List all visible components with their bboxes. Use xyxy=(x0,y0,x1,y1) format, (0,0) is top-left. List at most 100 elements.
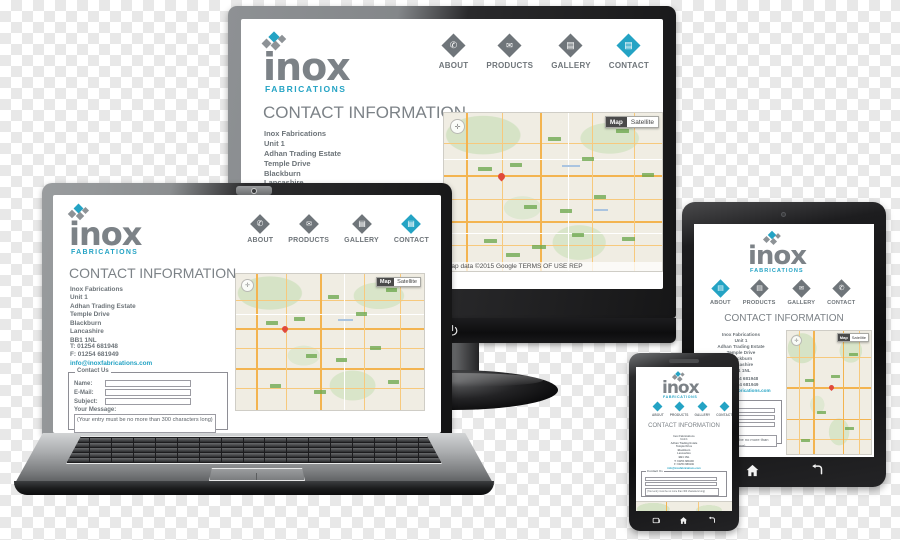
location-pin-marker xyxy=(827,383,836,392)
nav-item-contact[interactable]: ▤ CONTACT xyxy=(393,214,429,244)
nav-item-products[interactable]: ✉ PRODUCTS xyxy=(486,33,534,70)
logo-diamond-2 xyxy=(769,237,778,246)
satellite-view-button[interactable]: Satellite xyxy=(394,278,420,286)
map-type-toggle[interactable]: Map Satellite xyxy=(375,277,421,287)
location-pin-marker xyxy=(280,324,290,334)
envelope-diamond-icon xyxy=(697,401,708,412)
laptop-lid: inox FABRICATIONS ✆ ABOUT ✉ PRODUCTS ▤ G… xyxy=(42,183,452,435)
nav-item-products[interactable]: PRODUCTS xyxy=(670,401,689,417)
site-logo[interactable]: inox FABRICATIONS xyxy=(748,230,807,275)
nav-item-about[interactable]: ✆ ABOUT xyxy=(438,33,469,70)
address-line: Adhan Trading Estate xyxy=(70,302,136,310)
nav-label: CONTACT xyxy=(393,237,429,244)
nav-label: PRODUCTS xyxy=(486,61,534,70)
nav-item-products[interactable]: ▤ PRODUCTS xyxy=(743,279,776,306)
google-map[interactable]: ✛ Map Satellite xyxy=(786,330,872,455)
email-label: E-Mail: xyxy=(74,389,94,396)
back-icon[interactable] xyxy=(707,516,716,525)
site-logo[interactable]: inox FABRICATIONS xyxy=(261,31,351,95)
envelope-diamond-icon: ✉ xyxy=(298,214,319,234)
satellite-view-button[interactable]: Satellite xyxy=(850,334,868,341)
building-diamond-icon: ▤ xyxy=(351,214,372,234)
logo-tagline: FABRICATIONS xyxy=(265,84,347,95)
logo-tagline: FABRICATIONS xyxy=(71,249,139,257)
main-navigation: ✆ ABOUT ✉ PRODUCTS ▤ GALLERY ▤ CONTACT xyxy=(247,214,429,244)
subject-label: Subject: xyxy=(74,398,98,405)
document-diamond-icon: ▤ xyxy=(401,214,422,234)
google-map[interactable]: ✛ Map Satellite xyxy=(235,273,425,411)
android-smartphone: inox FABRICATIONS ABOUT PRODUCTS GALLERY xyxy=(629,353,739,531)
logo-diamond-2 xyxy=(270,40,281,51)
phone-nav-buttons xyxy=(629,511,739,529)
nav-label: ABOUT xyxy=(247,237,274,244)
map-view-button[interactable]: Map xyxy=(605,117,627,127)
map-type-toggle[interactable]: Map Satellite xyxy=(604,116,659,128)
logo-tagline: FABRICATIONS xyxy=(750,268,804,275)
site-logo[interactable]: inox FABRICATIONS xyxy=(662,371,700,400)
map-type-toggle[interactable]: Map Satellite xyxy=(836,333,869,342)
nav-item-contact[interactable]: ✆ CONTACT xyxy=(827,279,856,306)
map-view-button[interactable]: Map xyxy=(376,278,395,286)
address-line: Temple Drive xyxy=(70,311,110,319)
nav-item-products[interactable]: ✉ PRODUCTS xyxy=(288,214,329,244)
laptop-computer: inox FABRICATIONS ✆ ABOUT ✉ PRODUCTS ▤ G… xyxy=(14,183,494,513)
nav-item-gallery[interactable]: ▤ GALLERY xyxy=(344,214,379,244)
address-line: BB1 1NL xyxy=(678,455,690,459)
name-input[interactable] xyxy=(105,380,191,387)
map-view-button[interactable]: Map xyxy=(837,334,850,341)
nav-item-contact[interactable]: ▤ CONTACT xyxy=(609,33,649,70)
nav-label: GALLERY xyxy=(551,61,591,70)
logo-diamond-1 xyxy=(261,38,272,49)
email-input[interactable] xyxy=(645,482,717,486)
nav-item-about[interactable]: ABOUT xyxy=(652,401,664,417)
message-textarea[interactable]: (Your entry must be no more than 300 cha… xyxy=(74,414,216,433)
main-navigation: ✆ ABOUT ✉ PRODUCTS ▤ GALLERY ▤ CONTACT xyxy=(438,33,649,70)
nav-item-about[interactable]: ✆ ABOUT xyxy=(247,214,274,244)
home-icon[interactable] xyxy=(745,463,760,478)
recent-apps-icon[interactable] xyxy=(652,516,661,525)
nav-item-gallery[interactable]: ▤ GALLERY xyxy=(551,33,591,70)
google-map[interactable] xyxy=(636,501,732,511)
nav-item-gallery[interactable]: ✉ GALLERY xyxy=(787,279,816,306)
nav-label: ABOUT xyxy=(710,300,731,306)
location-pin-marker xyxy=(496,171,507,182)
nav-item-about[interactable]: ▤ ABOUT xyxy=(710,279,731,306)
page-title: CONTACT INFORMATION xyxy=(724,313,844,324)
company-address: Inox Fabrications Unit 1 Adhan Trading E… xyxy=(636,435,732,459)
pan-compass-icon[interactable]: ✛ xyxy=(241,279,254,292)
message-textarea[interactable]: (Your entry must be no more than 300 cha… xyxy=(645,487,719,496)
satellite-view-button[interactable]: Satellite xyxy=(627,117,658,127)
address-line: Inox Fabrications xyxy=(70,286,123,293)
telephone-number: T: 01254 681948 xyxy=(70,343,118,350)
home-icon[interactable] xyxy=(679,516,688,525)
nav-label: GALLERY xyxy=(787,300,816,306)
pan-compass-icon[interactable]: ✛ xyxy=(791,335,802,346)
nav-item-contact[interactable]: CONTACT xyxy=(716,401,732,417)
fax-number: F: 01254 681949 xyxy=(70,351,119,359)
pan-compass-icon[interactable]: ✛ xyxy=(450,119,465,134)
nav-label: GALLERY xyxy=(344,237,379,244)
laptop-keyboard[interactable] xyxy=(66,436,442,464)
email-input[interactable] xyxy=(105,389,191,396)
phone-diamond-icon xyxy=(719,401,730,412)
back-icon[interactable] xyxy=(809,463,824,478)
nav-item-gallery[interactable]: GALLERY xyxy=(694,401,710,417)
address-line: Unit 1 xyxy=(264,138,285,148)
form-row-email: E-Mail: xyxy=(74,389,227,396)
name-input[interactable] xyxy=(645,477,717,481)
laptop-screen: inox FABRICATIONS ✆ ABOUT ✉ PRODUCTS ▤ G… xyxy=(53,195,441,433)
phone-diamond-icon: ✆ xyxy=(832,279,851,298)
page-title: CONTACT INFORMATION xyxy=(263,103,467,122)
laptop-trackpad[interactable] xyxy=(209,468,305,481)
nav-label: ABOUT xyxy=(438,61,469,70)
form-legend: Contact Us xyxy=(646,469,664,473)
nav-label: CONTACT xyxy=(827,300,856,306)
site-logo[interactable]: inox FABRICATIONS xyxy=(67,203,142,257)
logo-diamond-3 xyxy=(277,34,287,44)
subject-input[interactable] xyxy=(105,398,191,405)
logo-tagline: FABRICATIONS xyxy=(663,395,698,400)
phone-bezel: inox FABRICATIONS ABOUT PRODUCTS GALLERY xyxy=(629,353,739,531)
document-diamond-icon: ▤ xyxy=(616,33,641,58)
logo-diamond-1 xyxy=(67,209,77,219)
nav-label: CONTACT xyxy=(716,413,732,417)
